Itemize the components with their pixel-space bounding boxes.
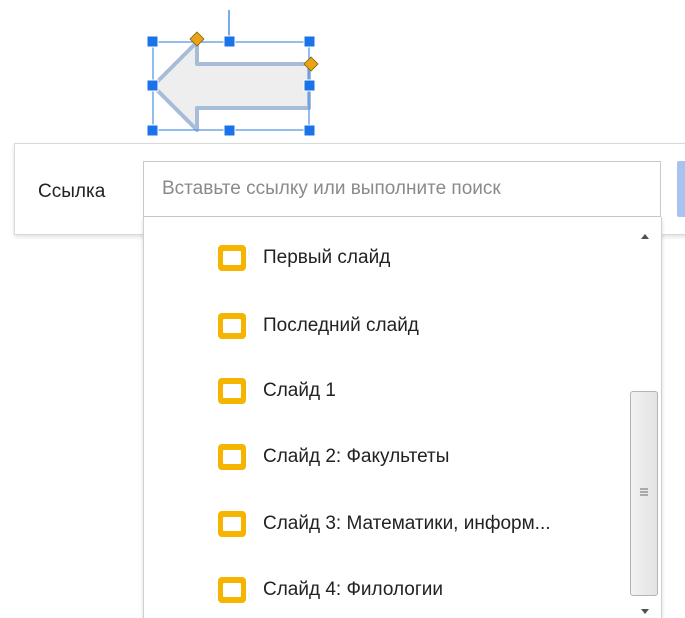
list-item-label: Слайд 3: Математики, информ... <box>263 513 551 534</box>
slide-icon <box>218 378 246 404</box>
list-item-label: Первый слайд <box>263 247 391 268</box>
link-input[interactable] <box>143 161 661 217</box>
grip-icon <box>640 488 648 496</box>
apply-button[interactable] <box>677 161 685 217</box>
list-item-label: Слайд 4: Филологии <box>263 579 444 600</box>
adjust-handle-head <box>189 31 205 47</box>
scrollbar[interactable] <box>628 217 662 618</box>
list-item[interactable]: Слайд 2: Факультеты <box>144 422 628 482</box>
list-item-label: Последний слайд <box>263 315 419 336</box>
resize-handle-top-right <box>303 35 316 48</box>
link-suggestions-dropdown: Первый слайд Последний слайд Слайд 1 Сла… <box>143 217 662 618</box>
resize-handle-bottom-left <box>146 124 159 137</box>
selected-arrow-shape[interactable] <box>0 0 685 150</box>
list-item[interactable]: Слайд 3: Математики, информ... <box>144 489 628 549</box>
list-item-label: Слайд 2: Факультеты <box>263 446 450 467</box>
list-item-label: Слайд 1 <box>263 380 336 401</box>
slide-icon <box>218 511 246 537</box>
left-arrow-shape <box>151 40 311 132</box>
link-label: Ссылка <box>38 181 106 202</box>
list-item[interactable]: Слайд 4: Филологии <box>144 555 628 615</box>
list-item[interactable]: Последний слайд <box>144 291 628 351</box>
scroll-down-arrow-icon[interactable] <box>628 601 662 618</box>
scroll-up-arrow-icon[interactable] <box>628 217 662 251</box>
slide-icon <box>218 245 246 271</box>
slide-canvas[interactable]: Ссылка Первый слайд Последний слайд <box>0 0 685 618</box>
resize-handle-bottom <box>223 124 236 137</box>
slide-icon <box>218 444 246 470</box>
resize-handle-top <box>223 35 236 48</box>
list-item[interactable]: Первый слайд <box>144 223 628 283</box>
resize-handle-right <box>303 79 316 92</box>
scrollbar-thumb[interactable] <box>630 391 658 596</box>
slide-icon <box>218 577 246 603</box>
resize-handle-bottom-right <box>303 124 316 137</box>
slide-icon <box>218 313 246 339</box>
resize-handle-top-left <box>146 35 159 48</box>
suggestions-list: Первый слайд Последний слайд Слайд 1 Сла… <box>144 217 628 618</box>
resize-handle-left <box>146 79 159 92</box>
list-item[interactable]: Слайд 1 <box>144 356 628 416</box>
